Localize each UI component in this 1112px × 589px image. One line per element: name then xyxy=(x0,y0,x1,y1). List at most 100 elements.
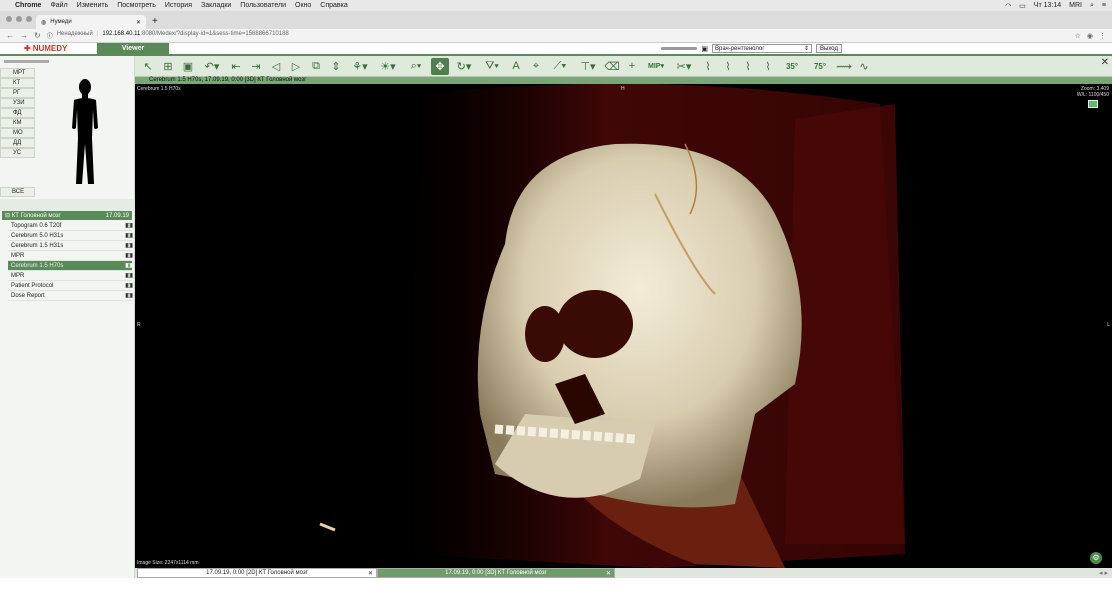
search-icon[interactable]: ⌕ xyxy=(1090,2,1094,10)
preset-75-button[interactable]: 75° xyxy=(807,58,833,75)
role-select[interactable]: Врач-рентгенолог ⇕ xyxy=(712,44,813,53)
modality-rg[interactable]: РГ xyxy=(0,88,35,98)
modality-km[interactable]: КМ xyxy=(0,118,35,128)
tab-viewer[interactable]: Viewer xyxy=(97,43,169,54)
bookmark-star-icon[interactable]: ☆ xyxy=(1075,32,1081,40)
menu-bookmarks[interactable]: Закладки xyxy=(201,2,231,9)
thumbnail-icon[interactable]: ▮▯▮ xyxy=(125,252,133,259)
series-item[interactable]: Topogram 0.6 T20f ▮▯▮ xyxy=(8,221,133,231)
clock[interactable]: Чт 13:14 xyxy=(1034,2,1061,9)
angle-icon[interactable]: ⊤▾ xyxy=(575,58,601,75)
thumbnail-icon[interactable]: ▮▯▮ xyxy=(125,262,133,269)
rotate-icon[interactable]: ↻▾ xyxy=(451,58,477,75)
preset-35-button[interactable]: 35° xyxy=(779,58,805,75)
menu-file[interactable]: Файл xyxy=(50,2,67,9)
pan-icon[interactable]: ✥ xyxy=(431,57,449,75)
user-menu[interactable]: MRI xyxy=(1069,2,1082,9)
curve-icon-4[interactable]: ⌇ xyxy=(759,58,777,75)
close-viewer-icon[interactable]: ✕ xyxy=(1101,57,1109,68)
modality-uzi[interactable]: УЗИ xyxy=(0,98,35,108)
menu-history[interactable]: История xyxy=(165,2,192,9)
first-frame-icon[interactable]: ⇤ xyxy=(227,58,245,75)
mip-button[interactable]: MIP ▾ xyxy=(643,58,669,75)
info-icon[interactable]: ⓘ xyxy=(47,31,53,40)
series-item[interactable]: Cerebrum 5.0 H31s ▮▯▮ xyxy=(8,231,133,241)
menu-edit[interactable]: Изменить xyxy=(77,2,109,9)
scissors-icon[interactable]: ✂▾ xyxy=(671,58,697,75)
battery-icon[interactable]: ▭ xyxy=(1019,2,1026,10)
thumbnail-icon[interactable]: ▮▯▮ xyxy=(125,222,133,229)
thumbnail-icon[interactable]: ▮▯▮ xyxy=(125,292,133,299)
browser-tab[interactable]: ◍ Нумеди ✕ xyxy=(36,15,146,29)
kebab-menu-icon[interactable]: ⋮ xyxy=(1099,32,1106,40)
url-field[interactable]: ⓘ Ненадежный | 192.168.40.11:8080/Medex/… xyxy=(47,31,1069,40)
back-icon[interactable]: ← xyxy=(6,31,14,40)
account-icon[interactable]: ◉ xyxy=(1087,32,1093,40)
reference-lines-icon[interactable]: + xyxy=(623,58,641,75)
brightness-icon[interactable]: ☀▾ xyxy=(375,58,401,75)
wifi-icon[interactable]: ◠ xyxy=(1005,2,1011,10)
save-icon[interactable]: ▣ xyxy=(179,58,197,75)
crosshair-icon[interactable]: ⌖ xyxy=(527,58,545,75)
exit-button[interactable]: Выход xyxy=(816,44,842,53)
human-body-map[interactable] xyxy=(64,78,106,188)
prev-frame-icon[interactable]: ◁ xyxy=(267,58,285,75)
reload-icon[interactable]: ↻ xyxy=(34,31,41,40)
close-tab-icon[interactable]: ✕ xyxy=(136,19,141,26)
settings-gear-icon[interactable]: ⚙ xyxy=(1090,552,1102,564)
list-icon[interactable]: ≡ xyxy=(1102,2,1106,9)
scroll-arrows-icon[interactable]: ◂ ▸ xyxy=(1099,569,1112,577)
curve-icon-1[interactable]: ⌇ xyxy=(699,58,717,75)
zoom-window-button[interactable] xyxy=(26,16,32,22)
next-frame-icon[interactable]: ▷ xyxy=(287,58,305,75)
forward-icon[interactable]: → xyxy=(20,31,28,40)
series-item[interactable]: Dose Report ▮▯▮ xyxy=(8,291,133,301)
minimize-window-button[interactable] xyxy=(16,16,22,22)
thumbnail-icon[interactable]: ▮▯▮ xyxy=(125,272,133,279)
undo-icon[interactable]: ↶▾ xyxy=(199,58,225,75)
new-tab-button[interactable]: + xyxy=(152,15,158,29)
curve-icon-3[interactable]: ⌇ xyxy=(739,58,757,75)
eraser-icon[interactable]: ⌫ xyxy=(603,58,621,75)
series-item[interactable]: MPR ▮▯▮ xyxy=(8,271,133,281)
modality-mo[interactable]: МО xyxy=(0,128,35,138)
3d-viewport[interactable]: Cerebrum 1.5 H70s H R L Zoom: 3,409 W/L:… xyxy=(135,84,1112,568)
menu-help[interactable]: Справка xyxy=(320,2,347,9)
all-modalities-button[interactable]: ВСЕ xyxy=(0,187,35,197)
series-item-selected[interactable]: Cerebrum 1.5 H70s ▮▯▮ xyxy=(8,261,133,271)
text-annotation-icon[interactable]: A xyxy=(507,58,525,75)
thumbnail-icon[interactable]: ▮▯▮ xyxy=(125,242,133,249)
menu-view[interactable]: Посмотреть xyxy=(117,2,156,9)
modality-kt[interactable]: КТ xyxy=(0,78,35,88)
close-tab-icon[interactable]: ✕ xyxy=(368,570,373,577)
series-item[interactable]: Cerebrum 1.5 H31s ▮▯▮ xyxy=(8,241,133,251)
flip-icon[interactable]: ⇕ xyxy=(327,58,345,75)
modality-dd[interactable]: ДД xyxy=(0,138,35,148)
last-frame-icon[interactable]: ⇥ xyxy=(247,58,265,75)
collapse-icon[interactable]: ⊟ xyxy=(5,212,10,219)
wave-icon[interactable]: ∿ xyxy=(855,58,873,75)
series-item[interactable]: MPR ▮▯▮ xyxy=(8,251,133,261)
thumbnail-icon[interactable]: ▮▯▮ xyxy=(125,282,133,289)
close-tab-icon[interactable]: ✕ xyxy=(606,570,611,577)
menu-window[interactable]: Окно xyxy=(295,2,311,9)
pointer-icon[interactable]: ↖ xyxy=(139,58,157,75)
modality-mrt[interactable]: МРТ xyxy=(0,68,35,78)
modality-us[interactable]: УС xyxy=(0,148,35,158)
curve-icon-2[interactable]: ⌇ xyxy=(719,58,737,75)
app-name-menu[interactable]: Chrome xyxy=(15,2,41,9)
close-window-button[interactable] xyxy=(6,16,12,22)
tab-2d-view[interactable]: 17.09.19, 0:00 [2D] КТ Головной мозг ✕ xyxy=(137,568,377,578)
cine-icon[interactable]: ⛛▾ xyxy=(479,58,505,75)
modality-fd[interactable]: ФД xyxy=(0,108,35,118)
zoom-icon[interactable]: ⌕▾ xyxy=(403,58,429,75)
copy-icon[interactable]: ⧉ xyxy=(307,58,325,75)
probe-icon[interactable]: ⟿ xyxy=(835,58,853,75)
tab-3d-view[interactable]: 17.09.19, 0:00 [3D] КТ Головной мозг ✕ xyxy=(377,568,615,578)
series-item[interactable]: Patient Protocol ▮▯▮ xyxy=(8,281,133,291)
layout-grid-icon[interactable]: ⊞ xyxy=(159,58,177,75)
ruler-icon[interactable]: ⟋▾ xyxy=(547,58,573,75)
thumbnail-icon[interactable]: ▮▯▮ xyxy=(125,232,133,239)
menu-users[interactable]: Пользователи xyxy=(240,2,286,9)
save-image-icon[interactable] xyxy=(1088,100,1098,108)
